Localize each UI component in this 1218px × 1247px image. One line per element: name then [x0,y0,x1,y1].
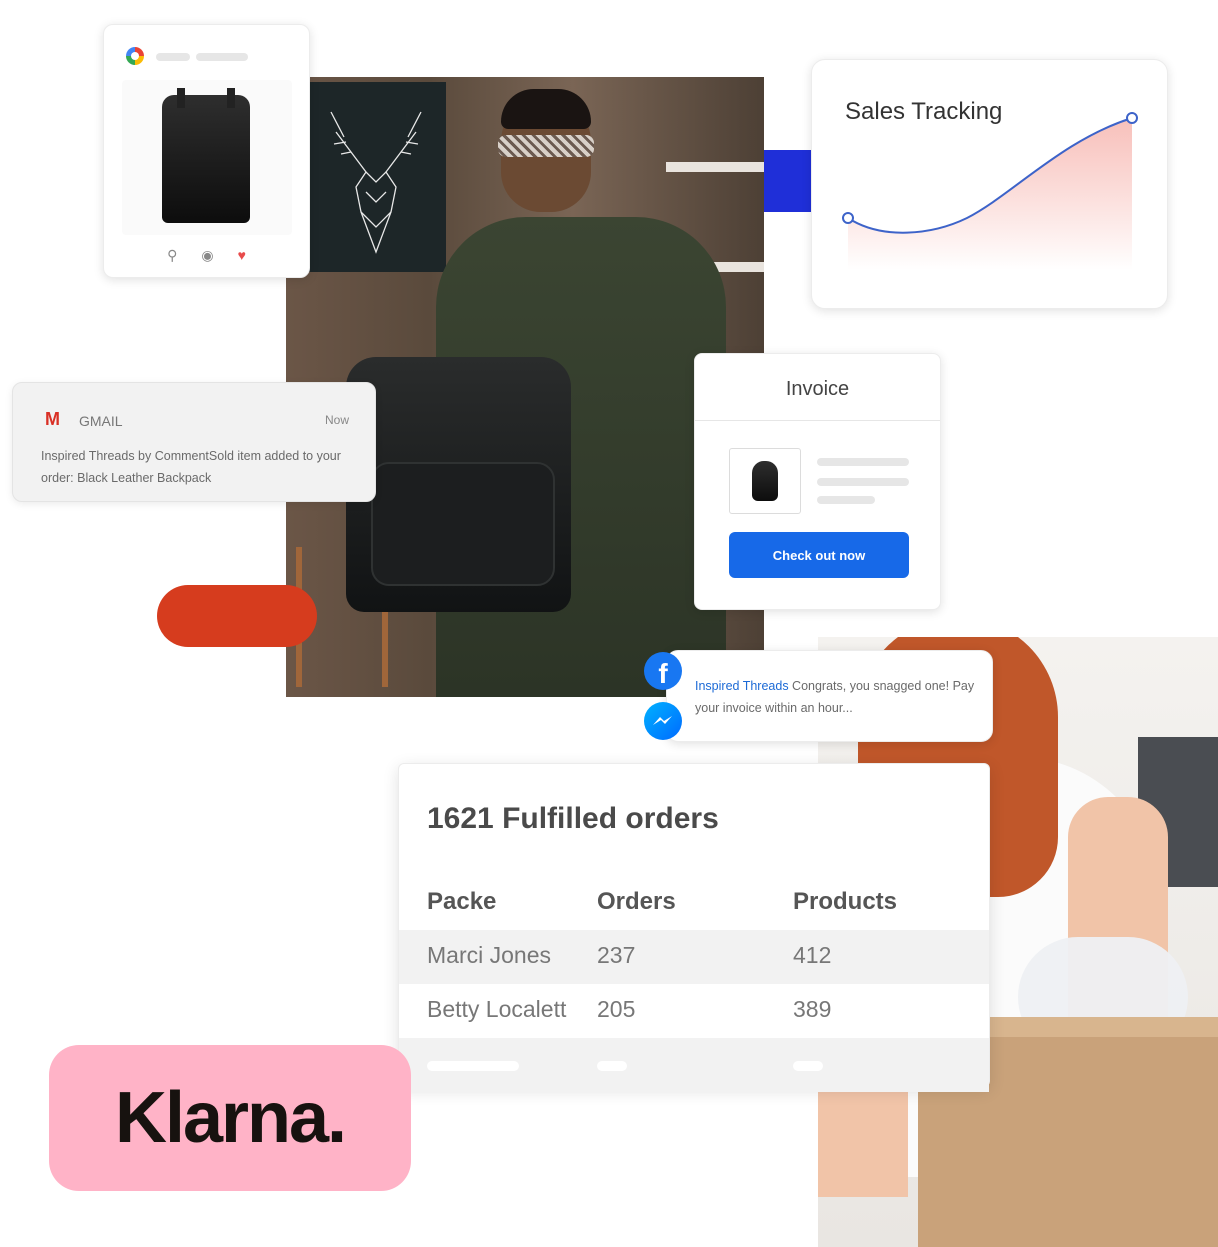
table-cell: Marci Jones [427,942,551,968]
invoice-product-thumbnail [729,448,801,514]
gmail-icon: M [45,409,60,429]
backpack-strap [177,88,185,108]
table-row[interactable]: Betty Localett 205 389 [399,984,989,1038]
placeholder-bar [156,53,190,61]
heart-icon[interactable]: ♥ [238,247,246,264]
deer-artwork [306,82,446,272]
facebook-sender: Inspired Threads [695,679,789,693]
gmail-message: Inspired Threads by CommentSold item add… [41,449,341,485]
backpack-pocket [371,462,555,586]
sales-end-point [1126,112,1138,124]
table-cell: 412 [793,942,832,968]
product-card[interactable]: ⚲ ◉ ♥ [103,24,310,278]
glasses [498,135,594,157]
placeholder-cell [597,1061,627,1071]
sales-tracking-card: Sales Tracking [811,59,1168,309]
notification-time: Now [324,413,349,427]
facebook-message: Inspired Threads Congrats, you snagged o… [695,675,980,719]
person-hair [501,89,591,129]
invoice-card: Invoice Check out now [694,353,941,610]
facebook-notification[interactable]: Inspired Threads Congrats, you snagged o… [666,650,993,742]
divider [695,420,940,421]
klarna-logo-text: Klarna. [114,1078,347,1158]
column-header: Packe [427,888,497,915]
column-header: Products [793,888,898,915]
messenger-bolt-icon [653,716,672,725]
placeholder-line [817,478,909,486]
klarna-logo: Klarna. [49,1045,411,1191]
sales-start-point [842,212,854,224]
shelf [666,162,764,172]
table-cell: 205 [597,996,636,1022]
backpack-icon [752,461,778,501]
gmail-notification[interactable]: M GMAIL Now Inspired Threads by CommentS… [12,382,376,502]
fulfilled-orders-card: 1621 Fulfilled orders Packe Orders Produ… [398,763,990,1092]
decorative-red-pill [157,585,317,647]
checkout-button[interactable]: Check out now [729,532,909,578]
search-icon[interactable]: ⚲ [167,247,177,264]
store-avatar-icon [126,47,144,65]
facebook-icon: f [644,652,682,690]
messenger-icon [644,702,682,740]
backpack-icon [162,95,250,223]
invoice-title: Invoice [785,378,850,400]
placeholder-cell [427,1061,519,1071]
sales-title: Sales Tracking [845,98,1003,125]
gmail-app-name: GMAIL [79,413,123,429]
sales-area [848,118,1132,270]
table-row[interactable]: Marci Jones 237 412 [399,930,989,984]
backpack-strap [227,88,235,108]
table-row [399,1038,989,1092]
product-actions: ⚲ ◉ ♥ [104,247,309,264]
deer-icon [330,111,422,254]
table-cell: 389 [793,996,832,1022]
table-cell: Betty Localett [427,996,567,1022]
orders-title: 1621 Fulfilled orders [427,802,719,835]
placeholder-cell [793,1061,823,1071]
placeholder-line [817,496,875,504]
product-image[interactable] [122,80,292,235]
placeholder-line [817,458,909,466]
table-cell: 237 [597,942,636,968]
camera-icon[interactable]: ◉ [201,247,213,264]
placeholder-bar [196,53,248,61]
column-header: Orders [597,888,676,915]
